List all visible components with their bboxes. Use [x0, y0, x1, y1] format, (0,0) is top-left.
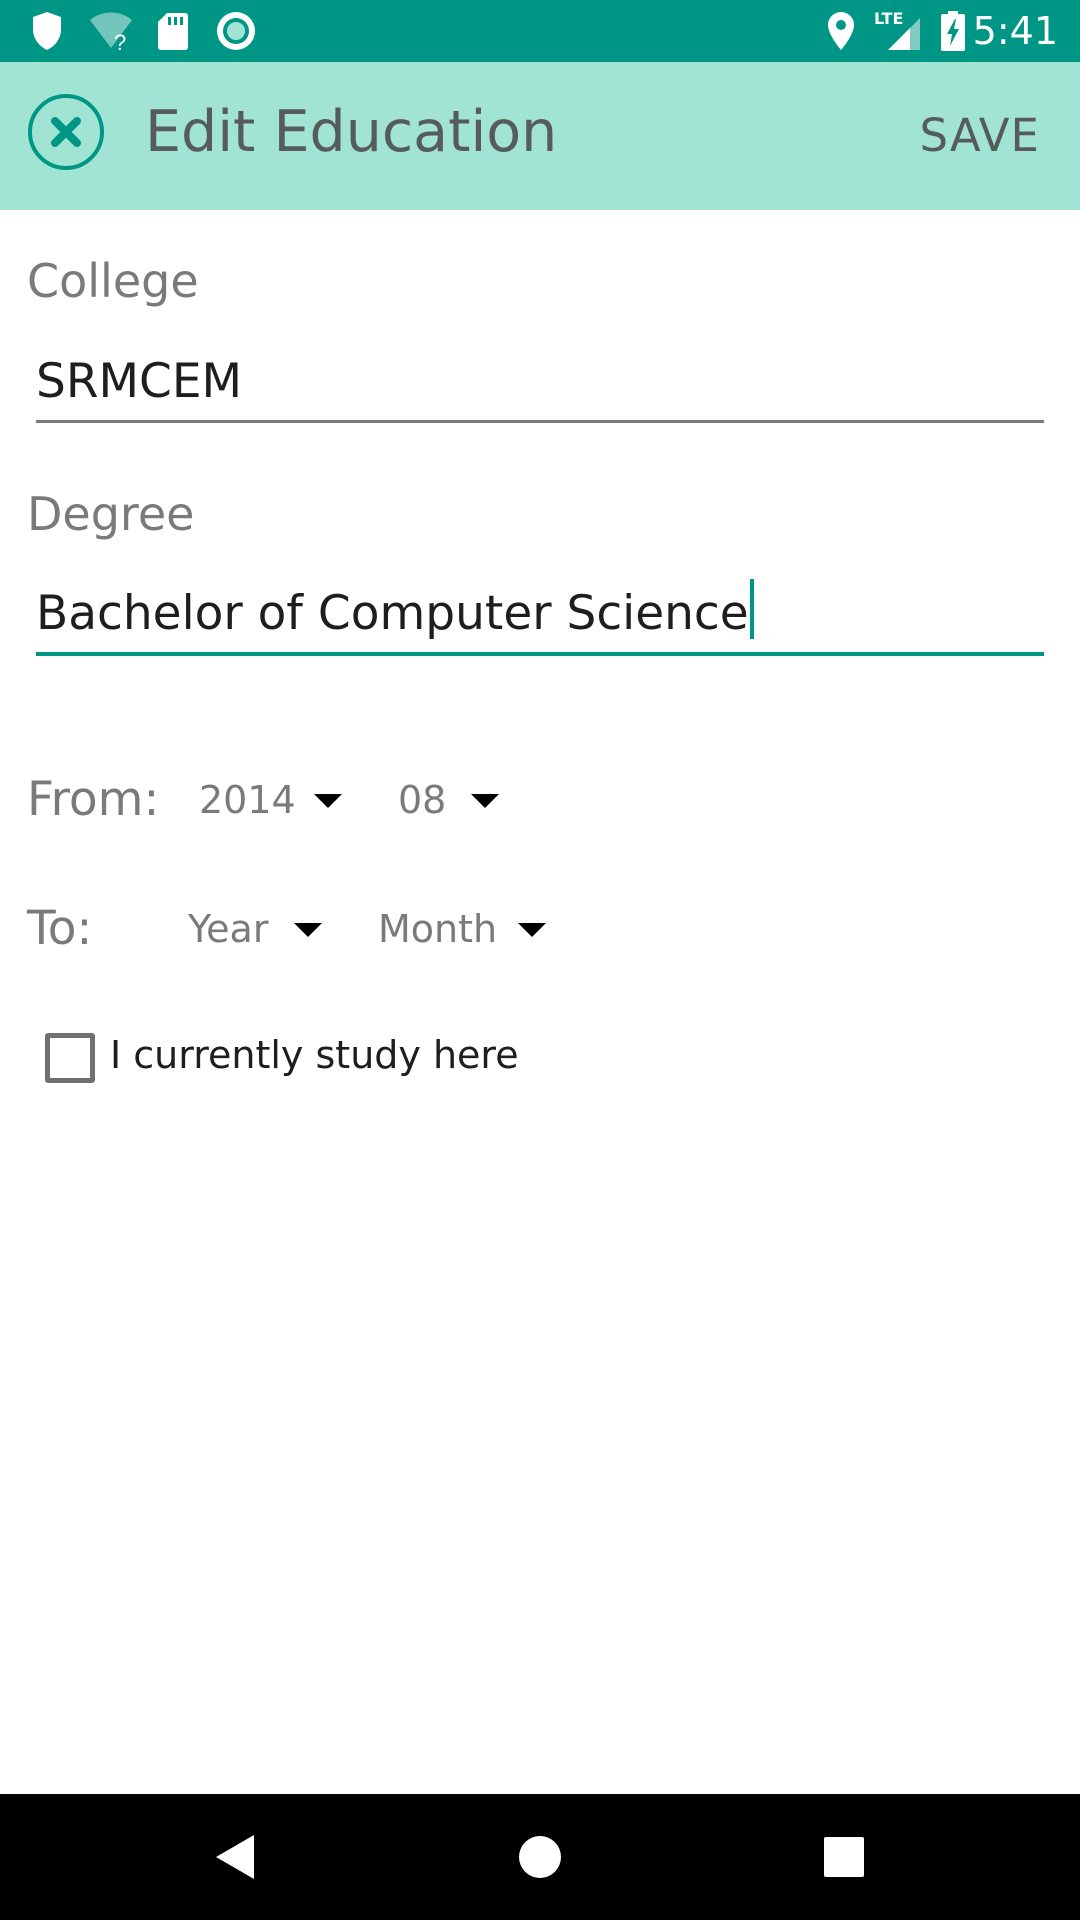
status-bar: ? LTE 5:41 — [0, 0, 1080, 62]
battery-charging-icon — [941, 11, 965, 51]
from-label: From: — [27, 772, 160, 827]
shield-icon — [33, 12, 61, 50]
currently-study-checkbox[interactable] — [45, 1033, 95, 1083]
navigation-bar — [0, 1794, 1080, 1920]
from-year-value: 2014 — [199, 778, 296, 822]
from-year-dropdown[interactable]: 2014 — [199, 770, 349, 830]
degree-input[interactable]: Bachelor of Computer Science — [36, 576, 1044, 656]
location-icon — [828, 12, 854, 50]
college-input[interactable]: SRMCEM — [36, 344, 1044, 423]
chevron-down-icon — [294, 923, 322, 937]
signal-icon — [888, 18, 920, 50]
college-label: College — [27, 254, 199, 308]
currently-study-label[interactable]: I currently study here — [110, 1026, 519, 1084]
sync-icon — [217, 12, 255, 50]
degree-value: Bachelor of Computer Science — [36, 586, 749, 641]
degree-label: Degree — [27, 487, 195, 541]
to-month-dropdown[interactable]: Month — [378, 899, 558, 959]
app-bar: Edit Education SAVE — [0, 62, 1080, 210]
chevron-down-icon — [518, 923, 546, 937]
status-time: 5:41 — [972, 9, 1058, 53]
from-month-dropdown[interactable]: 08 — [398, 770, 508, 830]
wifi-unknown-icon: ? — [90, 12, 132, 52]
sd-card-icon — [158, 13, 188, 50]
recents-icon[interactable] — [814, 1827, 874, 1887]
svg-text:?: ? — [114, 30, 126, 52]
to-year-dropdown[interactable]: Year — [188, 899, 328, 959]
chevron-down-icon — [471, 794, 499, 808]
back-icon[interactable] — [206, 1827, 266, 1887]
screen: ? LTE 5:41 Edit Education SAVE College S… — [0, 0, 1080, 1920]
to-year-value: Year — [188, 907, 269, 951]
to-month-value: Month — [378, 907, 498, 951]
home-icon[interactable] — [510, 1827, 570, 1887]
close-icon[interactable] — [27, 93, 105, 171]
chevron-down-icon — [314, 794, 342, 808]
text-cursor — [749, 579, 754, 639]
page-title: Edit Education — [145, 99, 558, 165]
save-button[interactable]: SAVE — [919, 108, 1040, 164]
from-month-value: 08 — [398, 778, 447, 822]
to-label: To: — [27, 901, 93, 956]
college-value: SRMCEM — [36, 354, 243, 409]
